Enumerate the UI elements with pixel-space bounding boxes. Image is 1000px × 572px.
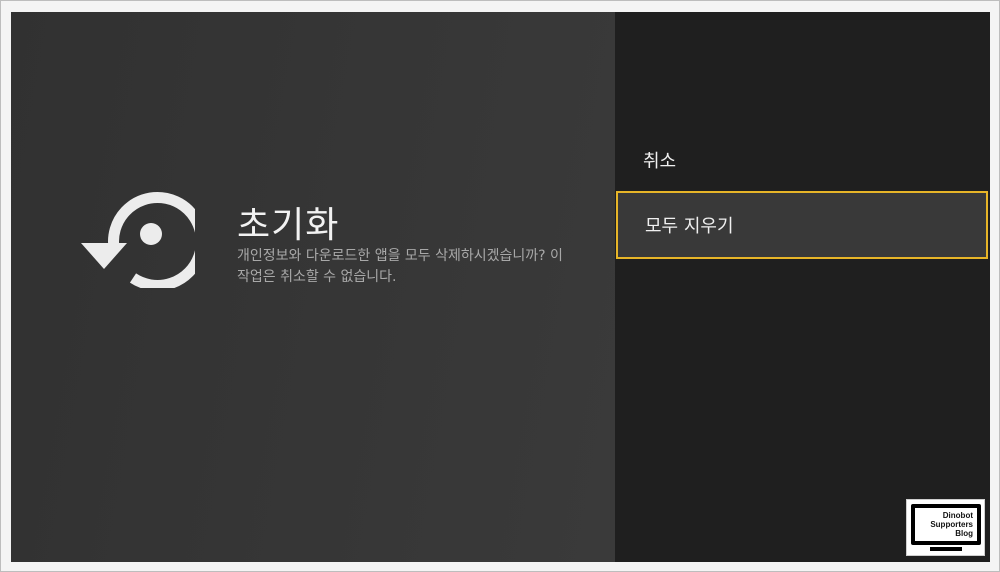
blog-watermark: Dinobot Supporters Blog xyxy=(906,499,985,556)
dialog-info-pane: 초기화 개인정보와 다운로드한 앱을 모두 삭제하시겠습니까? 이 작업은 취소… xyxy=(11,12,615,562)
watermark-line-1: Dinobot xyxy=(942,511,973,520)
watermark-line-3: Blog xyxy=(955,529,973,538)
erase-all-option[interactable]: 모두 지우기 xyxy=(616,191,988,259)
cancel-option[interactable]: 취소 xyxy=(615,126,990,194)
watermark-text: Dinobot Supporters Blog xyxy=(915,508,977,541)
watermark-line-2: Supporters xyxy=(930,520,973,529)
erase-all-option-label: 모두 지우기 xyxy=(645,216,734,237)
reset-history-icon xyxy=(81,191,195,288)
watermark-monitor-stand xyxy=(930,547,962,551)
cancel-option-label: 취소 xyxy=(643,151,677,172)
screenshot-frame: 초기화 개인정보와 다운로드한 앱을 모두 삭제하시겠습니까? 이 작업은 취소… xyxy=(0,0,1000,572)
tv-screen: 초기화 개인정보와 다운로드한 앱을 모두 삭제하시겠습니까? 이 작업은 취소… xyxy=(11,12,990,562)
options-pane: 취소 모두 지우기 xyxy=(615,12,990,562)
dialog-description: 개인정보와 다운로드한 앱을 모두 삭제하시겠습니까? 이 작업은 취소할 수 … xyxy=(237,246,585,288)
description-line-1: 개인정보와 다운로드한 앱을 모두 삭제하시겠습니까? 이 xyxy=(237,248,563,264)
dialog-title: 초기화 xyxy=(237,205,340,246)
watermark-monitor: Dinobot Supporters Blog xyxy=(911,504,981,545)
description-line-2: 작업은 취소할 수 없습니다. xyxy=(237,269,397,285)
